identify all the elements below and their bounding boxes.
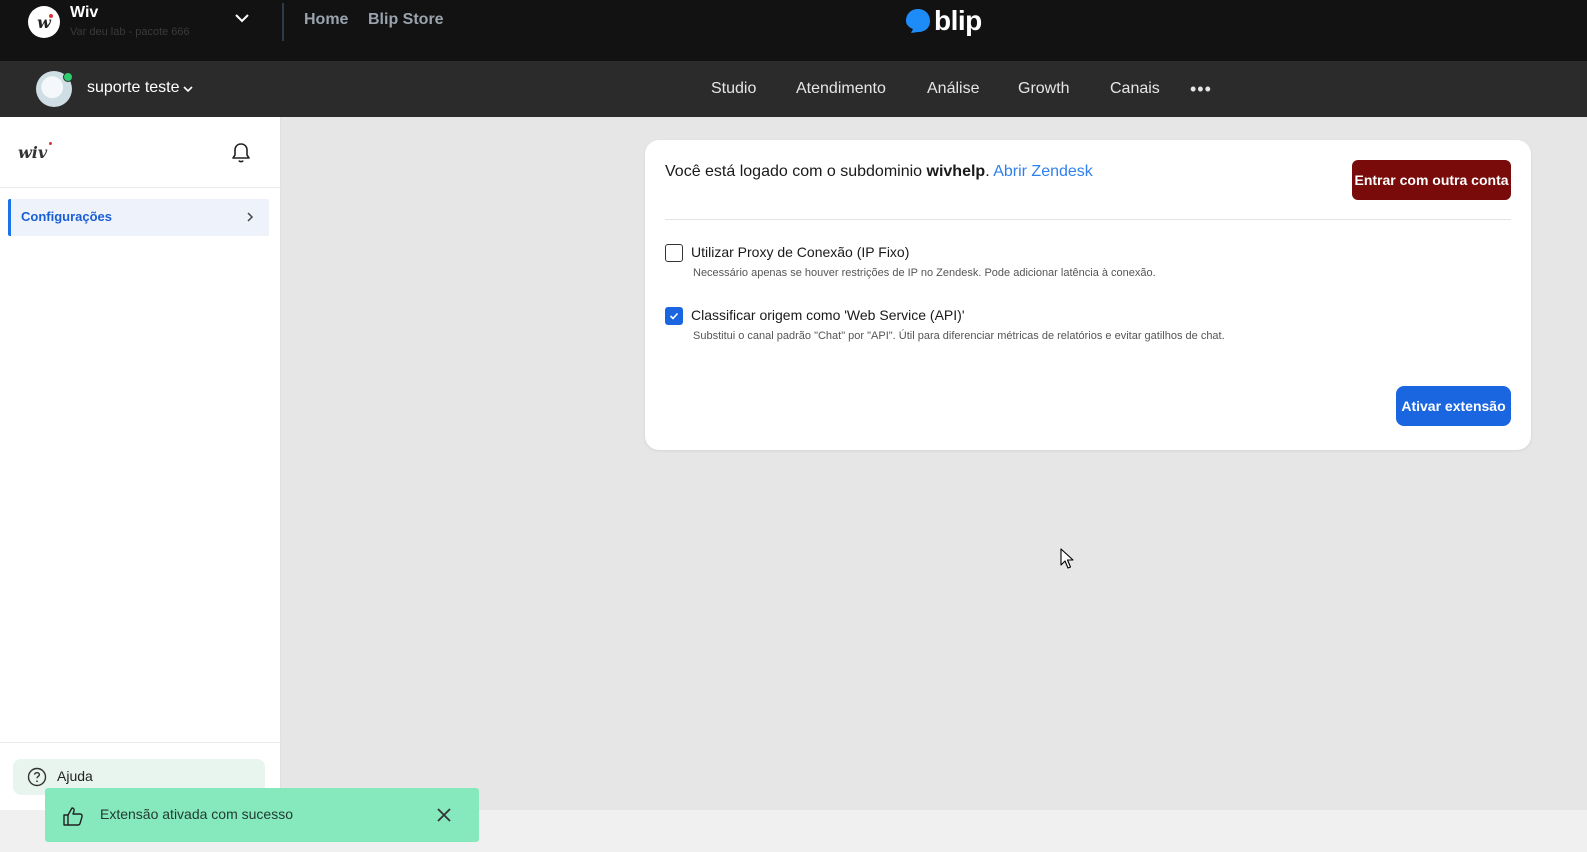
top-divider <box>282 3 284 41</box>
chevron-down-icon[interactable] <box>232 8 252 28</box>
top-bar: w Wiv Var deu lab - pacote 666 Home Blip… <box>0 0 1587 61</box>
bell-icon[interactable] <box>229 141 253 165</box>
zendesk-extension-card: Você está logado com o subdominio wivhel… <box>645 140 1531 450</box>
org-name[interactable]: Wiv <box>70 4 98 22</box>
status-suffix: . <box>985 163 994 180</box>
sidebar-item-label: Configurações <box>21 209 113 224</box>
close-icon[interactable] <box>435 806 453 824</box>
blip-store-link[interactable]: Blip Store <box>368 11 444 29</box>
nav-growth[interactable]: Growth <box>1018 80 1070 98</box>
check-icon <box>669 312 679 320</box>
card-divider <box>665 219 1511 220</box>
blip-logo[interactable]: blip <box>905 4 982 38</box>
brand-name: blip <box>934 5 982 36</box>
activate-extension-button[interactable]: Ativar extensão <box>1396 386 1511 426</box>
nav-studio[interactable]: Studio <box>711 80 756 98</box>
status-prefix: Você está logado com o subdominio <box>665 163 927 180</box>
success-toast: Extensão ativada com sucesso <box>45 788 479 842</box>
option-title: Utilizar Proxy de Conexão (IP Fixo) <box>691 244 910 260</box>
chat-bubble-icon <box>906 9 930 33</box>
login-status: Você está logado com o subdominio wivhel… <box>665 163 1093 181</box>
mouse-cursor-icon <box>1060 548 1074 569</box>
sidebar-item-configuracoes[interactable]: Configurações <box>8 199 269 236</box>
chevron-down-icon[interactable] <box>182 83 194 95</box>
sidebar-divider <box>0 187 281 188</box>
option-description: Substitui o canal padrão "Chat" por "API… <box>693 330 1225 342</box>
web-service-checkbox[interactable] <box>665 307 683 325</box>
wiv-logo: wiv <box>18 142 53 162</box>
nav-atendimento[interactable]: Atendimento <box>796 80 886 98</box>
proxy-checkbox[interactable] <box>665 244 683 262</box>
sidebar: wiv Configurações Ajuda <box>0 117 281 810</box>
toast-message: Extensão ativada com sucesso <box>100 806 293 822</box>
chevron-right-icon <box>247 212 254 222</box>
thumbs-up-icon <box>63 807 83 826</box>
main-nav: suporte teste Studio Atendimento Análise… <box>0 61 1587 117</box>
org-avatar-dot <box>49 14 53 18</box>
more-icon[interactable]: ••• <box>1190 79 1212 100</box>
subdomain-name: wivhelp <box>926 163 986 180</box>
nav-analise[interactable]: Análise <box>927 80 979 98</box>
sidebar-divider-bottom <box>0 742 281 743</box>
wiv-logo-text: wiv <box>18 143 48 162</box>
option-description: Necessário apenas se houver restrições d… <box>693 267 1156 279</box>
wiv-logo-dot <box>49 142 53 145</box>
open-zendesk-link[interactable]: Abrir Zendesk <box>993 163 1093 180</box>
help-label: Ajuda <box>57 768 93 784</box>
option-title: Classificar origem como 'Web Service (AP… <box>691 307 965 323</box>
question-icon <box>27 767 47 787</box>
switch-account-button[interactable]: Entrar com outra conta <box>1352 160 1511 200</box>
nav-canais[interactable]: Canais <box>1110 80 1160 98</box>
org-subtitle: Var deu lab - pacote 666 <box>70 26 190 38</box>
org-avatar[interactable]: w <box>28 6 60 38</box>
user-menu[interactable]: suporte teste <box>87 79 180 97</box>
online-status-dot <box>63 72 73 82</box>
home-link[interactable]: Home <box>304 11 348 29</box>
